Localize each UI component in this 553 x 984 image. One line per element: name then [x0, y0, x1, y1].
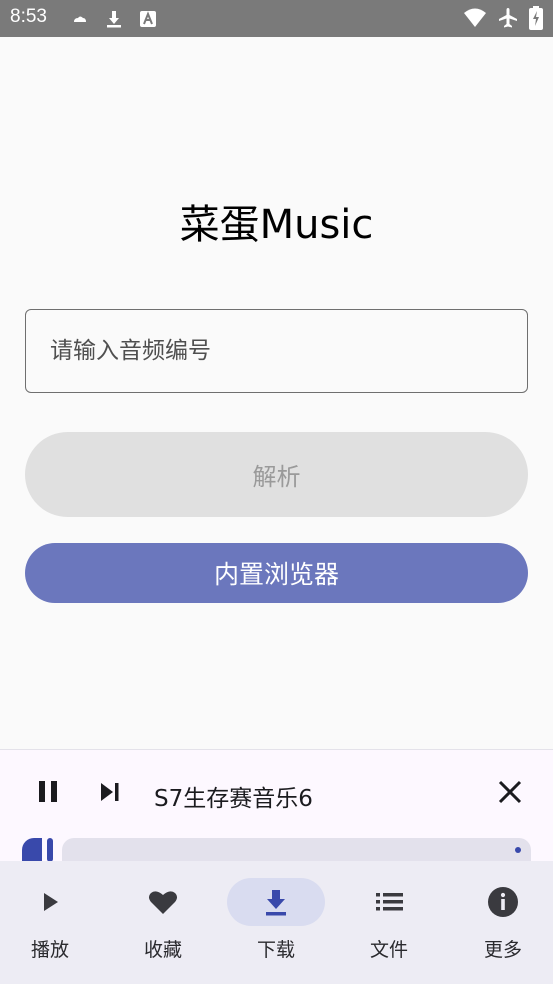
heart-icon [149, 891, 177, 914]
progress-end-dot [515, 847, 521, 853]
keyboard-a-icon [140, 11, 156, 27]
nav-item-files[interactable]: 文件 [334, 861, 444, 984]
progress-thumb[interactable] [47, 838, 53, 862]
builtin-browser-button[interactable]: 内置浏览器 [25, 543, 528, 603]
parse-button[interactable]: 解析 [25, 432, 528, 517]
pause-icon[interactable] [37, 779, 61, 805]
airplane-icon [499, 8, 517, 28]
status-time: 8:53 [10, 6, 47, 27]
status-bar: 8:53 [0, 0, 553, 37]
audio-id-field[interactable] [25, 309, 528, 393]
nav-label-download: 下载 [256, 939, 295, 961]
cloud-icon [74, 16, 86, 22]
nav-label-files: 文件 [369, 939, 408, 961]
nav-item-play[interactable]: 播放 [0, 861, 105, 984]
nav-label-favorites: 收藏 [143, 939, 182, 961]
nav-label-more: 更多 [483, 939, 522, 961]
nav-item-download[interactable]: 下载 [221, 861, 331, 984]
nav-label-play: 播放 [30, 939, 69, 961]
playback-progress-slider[interactable] [22, 838, 531, 862]
play-icon [44, 893, 58, 911]
info-icon [488, 887, 518, 917]
mini-player: S7生存赛音乐6 [0, 749, 553, 862]
app-title: 菜蛋Music [179, 202, 374, 248]
download-icon [266, 890, 286, 916]
nav-item-more[interactable]: 更多 [448, 861, 553, 984]
progress-track [62, 838, 531, 862]
audio-id-input[interactable] [50, 310, 510, 392]
close-icon[interactable] [497, 779, 523, 805]
bottom-navigation: 播放 收藏 下载 文件 更多 [0, 861, 553, 984]
skip-next-icon[interactable] [98, 780, 122, 804]
list-icon [376, 893, 403, 911]
wifi-icon [464, 8, 486, 27]
nav-item-favorites[interactable]: 收藏 [108, 861, 218, 984]
download-notification-icon [107, 11, 121, 28]
track-name: S7生存赛音乐6 [154, 786, 313, 812]
battery-charging-icon [529, 6, 543, 30]
progress-fill [22, 838, 42, 862]
